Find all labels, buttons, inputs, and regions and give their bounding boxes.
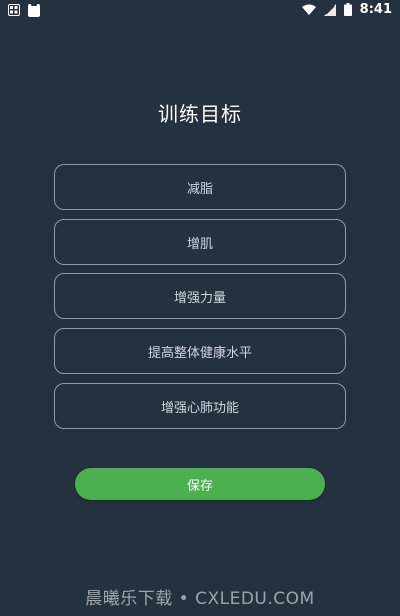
clock-time: 8:41 bbox=[359, 2, 392, 17]
wifi-icon bbox=[301, 4, 316, 16]
goal-option-label: 增强力量 bbox=[173, 290, 226, 306]
status-right: 8:41 bbox=[301, 2, 392, 17]
page-title: 训练目标 bbox=[158, 102, 242, 126]
goal-option-fat-loss[interactable]: 减脂 bbox=[54, 164, 346, 210]
goal-option-cardio[interactable]: 增强心肺功能 bbox=[54, 383, 346, 429]
goal-option-label: 减脂 bbox=[186, 181, 213, 197]
save-button[interactable]: 保存 bbox=[75, 468, 325, 500]
goal-option-label: 增强心肺功能 bbox=[160, 400, 239, 416]
battery-icon bbox=[343, 3, 352, 16]
goal-option-label: 提高整体健康水平 bbox=[147, 345, 252, 361]
watermark-text: 晨曦乐下载 • CXLEDU.COM bbox=[85, 589, 315, 609]
status-bar: 8:41 bbox=[0, 0, 400, 20]
signal-icon bbox=[323, 3, 336, 16]
goal-option-overall-health[interactable]: 提高整体健康水平 bbox=[54, 328, 346, 374]
goal-option-muscle-gain[interactable]: 增肌 bbox=[54, 219, 346, 265]
goal-option-strength[interactable]: 增强力量 bbox=[54, 273, 346, 319]
clipboard-icon bbox=[28, 3, 40, 17]
gallery-icon bbox=[8, 4, 20, 16]
save-button-label: 保存 bbox=[186, 478, 213, 494]
goal-option-label: 增肌 bbox=[186, 236, 213, 252]
status-left bbox=[8, 3, 40, 17]
